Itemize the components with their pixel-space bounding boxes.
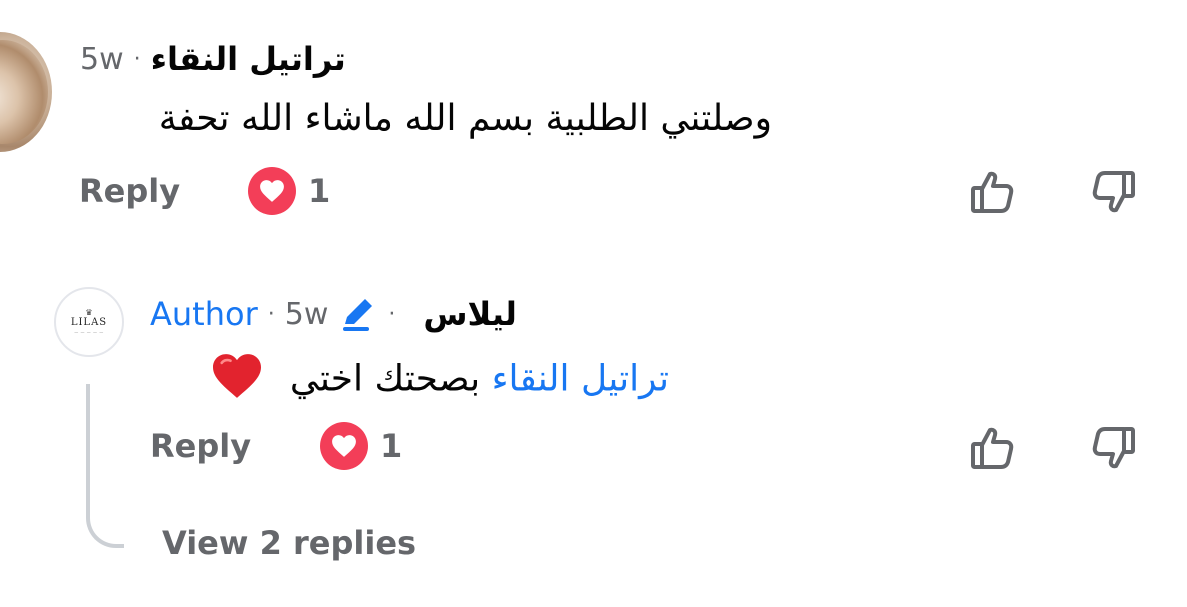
logo-mark: ♛ <box>85 308 93 317</box>
logo-text: LILAS <box>70 317 108 328</box>
mention-link[interactable]: تراتيل النقاء <box>492 359 669 400</box>
separator-dot: · <box>388 301 396 327</box>
pencil-icon <box>340 296 378 332</box>
thumbs-up-icon[interactable] <box>964 164 1020 220</box>
separator-dot: · <box>267 301 275 327</box>
thumbs-down-icon[interactable] <box>1086 420 1142 476</box>
thumbs-up-icon[interactable] <box>964 420 1020 476</box>
comment-author-name[interactable]: تراتيل النقاء <box>151 40 346 78</box>
reply-time[interactable]: 5w <box>285 297 329 332</box>
thumbs-down-icon[interactable] <box>1086 164 1142 220</box>
reply-button[interactable]: Reply <box>150 427 251 465</box>
comment-meta: 5w · تراتيل النقاء <box>80 40 346 78</box>
reply-author-name[interactable]: ليلاس <box>423 295 517 333</box>
author-avatar[interactable]: ♛ LILAS — — — — — <box>54 287 124 357</box>
reply-button[interactable]: Reply <box>79 172 180 210</box>
reply-meta: Author · 5w · ليلاس <box>150 295 517 333</box>
reply-text: بصحتك اختي <box>289 358 481 400</box>
reaction-count[interactable]: 1 <box>380 427 402 465</box>
comment-time[interactable]: 5w <box>80 42 124 77</box>
view-replies-link[interactable]: View 2 replies <box>162 524 416 562</box>
author-badge: Author <box>150 295 258 333</box>
commenter-avatar[interactable] <box>0 32 52 152</box>
reply-text-line: تراتيل النقاء بصحتك اختي <box>210 352 669 409</box>
logo-subtext: — — — — — <box>74 330 104 335</box>
heart-reaction-icon[interactable] <box>320 422 368 470</box>
comment-text: وصلتني الطلبية بسم الله ماشاء الله تحفة <box>158 98 772 139</box>
thread-connector-line <box>86 384 124 548</box>
reaction-count[interactable]: 1 <box>308 172 330 210</box>
separator-dot: · <box>133 46 141 72</box>
heart-reaction-icon[interactable] <box>248 167 296 215</box>
red-heart-emoji <box>210 352 264 409</box>
